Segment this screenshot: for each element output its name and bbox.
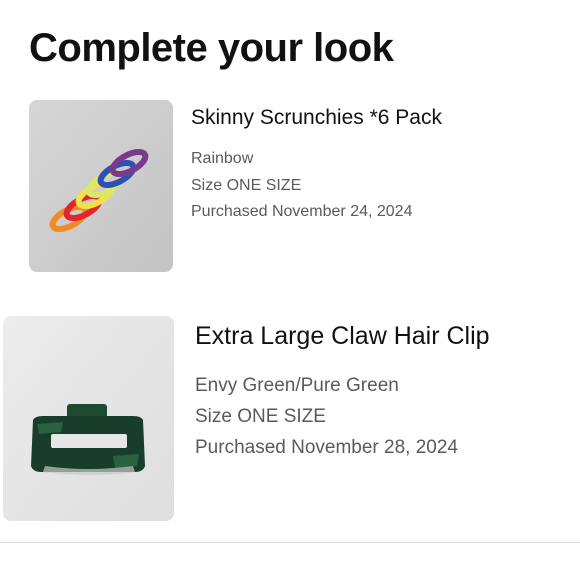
divider	[0, 542, 580, 543]
product-size: Size ONE SIZE	[191, 177, 302, 194]
claw-clip-image[interactable]	[3, 316, 174, 521]
product-size: Size ONE SIZE	[195, 406, 326, 427]
product-purchase-date: Purchased November 28, 2024	[195, 437, 458, 458]
product-color: Rainbow	[191, 150, 254, 167]
scrunchies-image[interactable]	[29, 100, 173, 272]
product-purchase-date: Purchased November 24, 2024	[191, 203, 413, 220]
section-title: Complete your look	[29, 26, 394, 70]
product-name[interactable]: Skinny Scrunchies *6 Pack	[191, 106, 442, 130]
product-color: Envy Green/Pure Green	[195, 375, 399, 396]
product-card-claw-clip[interactable]: Extra Large Claw Hair Clip Envy Green/Pu…	[0, 316, 580, 526]
product-name[interactable]: Extra Large Claw Hair Clip	[195, 322, 490, 351]
product-card-scrunchies[interactable]: Skinny Scrunchies *6 Pack Rainbow Size O…	[0, 100, 580, 275]
